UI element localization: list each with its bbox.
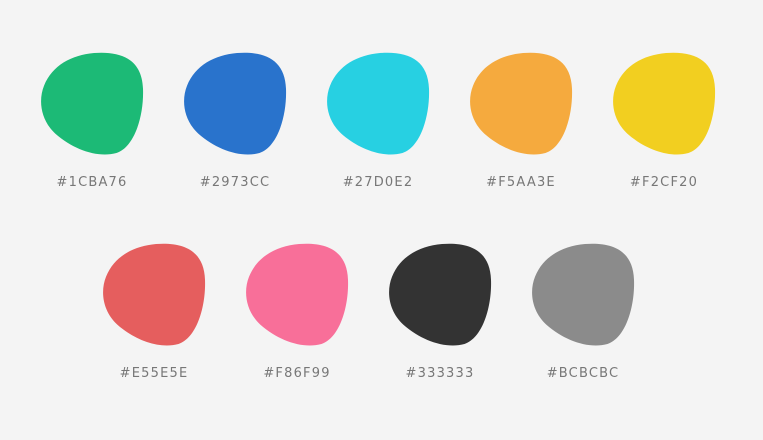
swatch-blob xyxy=(184,52,287,155)
swatch-green: #1CBA76 xyxy=(37,52,147,202)
blob-green-icon xyxy=(41,52,144,155)
swatch-orange: #F5AA3E xyxy=(466,52,576,202)
swatch-blob xyxy=(389,243,492,346)
blob-gray-icon xyxy=(532,243,635,346)
swatch-blob xyxy=(470,52,573,155)
swatch-hex-label: #27D0E2 xyxy=(342,175,414,190)
swatch-red: #E55E5E xyxy=(99,243,209,393)
swatch-hex-label: #1CBA76 xyxy=(56,175,128,190)
swatch-blob xyxy=(246,243,349,346)
swatch-pink: #F86F99 xyxy=(242,243,352,393)
swatch-cyan: #27D0E2 xyxy=(323,52,433,202)
swatch-hex-label: #2973CC xyxy=(199,175,271,190)
blob-blue-icon xyxy=(184,52,287,155)
blob-dark-icon xyxy=(389,243,492,346)
swatch-gray: #BCBCBC xyxy=(528,243,638,393)
swatch-blue: #2973CC xyxy=(180,52,290,202)
swatch-hex-label: #333333 xyxy=(405,366,475,381)
color-palette: #1CBA76 #2973CC #27D0E2 #F5AA3E #F2CF20 xyxy=(0,0,763,440)
blob-red-icon xyxy=(103,243,206,346)
swatch-hex-label: #E55E5E xyxy=(119,366,189,381)
blob-orange-icon xyxy=(470,52,573,155)
blob-pink-icon xyxy=(246,243,349,346)
swatch-blob xyxy=(532,243,635,346)
swatch-hex-label: #F5AA3E xyxy=(486,175,556,190)
blob-yellow-icon xyxy=(613,52,716,155)
swatch-blob xyxy=(103,243,206,346)
swatch-blob xyxy=(327,52,430,155)
swatch-hex-label: #F2CF20 xyxy=(629,175,699,190)
blob-cyan-icon xyxy=(327,52,430,155)
swatch-hex-label: #BCBCBC xyxy=(546,366,620,381)
swatch-blob xyxy=(41,52,144,155)
swatch-dark: #333333 xyxy=(385,243,495,393)
swatch-blob xyxy=(613,52,716,155)
swatch-yellow: #F2CF20 xyxy=(609,52,719,202)
swatch-hex-label: #F86F99 xyxy=(263,366,331,381)
